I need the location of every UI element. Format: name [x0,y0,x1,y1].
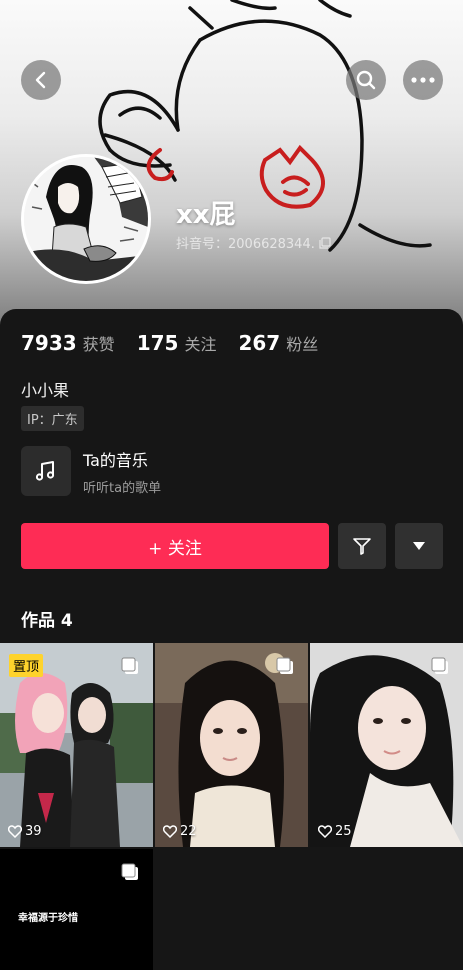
music-subtitle: 听听ta的歌单 [83,480,162,496]
filter-icon [353,538,371,555]
search-button[interactable] [346,60,386,100]
like-count-2: 22 [163,824,197,839]
work-item-2[interactable]: 22 [155,643,308,847]
like-count-1: 39 [8,824,42,839]
music-card[interactable]: Ta的音乐 听听ta的歌单 [21,446,161,496]
multi-image-icon [431,657,448,674]
stat-likes-value: 7933 [21,331,77,355]
multi-image-icon [121,657,138,674]
heart-icon [163,825,177,838]
pinned-badge: 置顶 [9,654,44,677]
dropdown-button[interactable] [395,523,443,569]
stat-followers[interactable]: 267 粉丝 [238,331,318,355]
stat-followers-label: 粉丝 [286,335,319,354]
like-count-text: 25 [335,824,352,839]
follow-button[interactable]: + 关注 [21,523,329,569]
multi-image-icon [276,657,293,674]
stat-following-value: 175 [136,331,179,355]
stats-row: 7933 获赞 175 关注 267 粉丝 [21,331,318,355]
bio-text: 小小果 [21,381,70,400]
music-icon-box [21,446,71,496]
profile-panel: 7933 获赞 175 关注 267 粉丝 小小果 IP：广东 Ta的音乐 听听ta的… [0,309,463,970]
avatar-image [24,157,148,281]
more-button[interactable] [403,60,443,100]
music-text: Ta的音乐 听听ta的歌单 [83,447,161,496]
search-icon [356,70,376,90]
profile-header: xx屁 抖音号：2006628344. [0,0,463,330]
filter-button[interactable] [338,523,386,569]
dropdown-triangle-icon [413,542,425,550]
like-count-3: 25 [318,824,352,839]
stat-likes-label: 获赞 [82,335,115,354]
stat-likes[interactable]: 7933 获赞 [21,331,115,355]
ip-location-tag: IP：广东 [21,406,84,431]
music-note-icon [35,461,55,481]
multi-image-icon [121,863,138,880]
heart-icon [8,825,22,838]
works-tab-title[interactable]: 作品 4 [21,606,73,631]
douyin-id-text: 抖音号：2006628344. [176,237,315,252]
copy-icon[interactable] [319,236,331,249]
like-count-text: 22 [180,824,197,839]
work-item-1[interactable]: 置顶 39 [0,643,153,847]
music-title: Ta的音乐 [83,450,148,470]
like-count-text: 39 [25,824,42,839]
more-icon [411,77,435,83]
stat-following-label: 关注 [184,335,217,354]
work-caption-text: 幸福源于珍惜 [18,913,78,924]
heart-icon [318,825,332,838]
work-item-3[interactable]: 25 [310,643,463,847]
avatar[interactable] [21,154,151,284]
profile-nickname: xx屁 [176,200,236,230]
stat-followers-value: 267 [238,331,281,355]
back-arrow-icon [35,71,46,89]
back-button[interactable] [21,60,61,100]
stat-following[interactable]: 175 关注 [137,331,217,355]
work-item-4[interactable]: 幸福源于珍惜 [0,849,153,970]
douyin-id[interactable]: 抖音号：2006628344. [176,233,331,252]
